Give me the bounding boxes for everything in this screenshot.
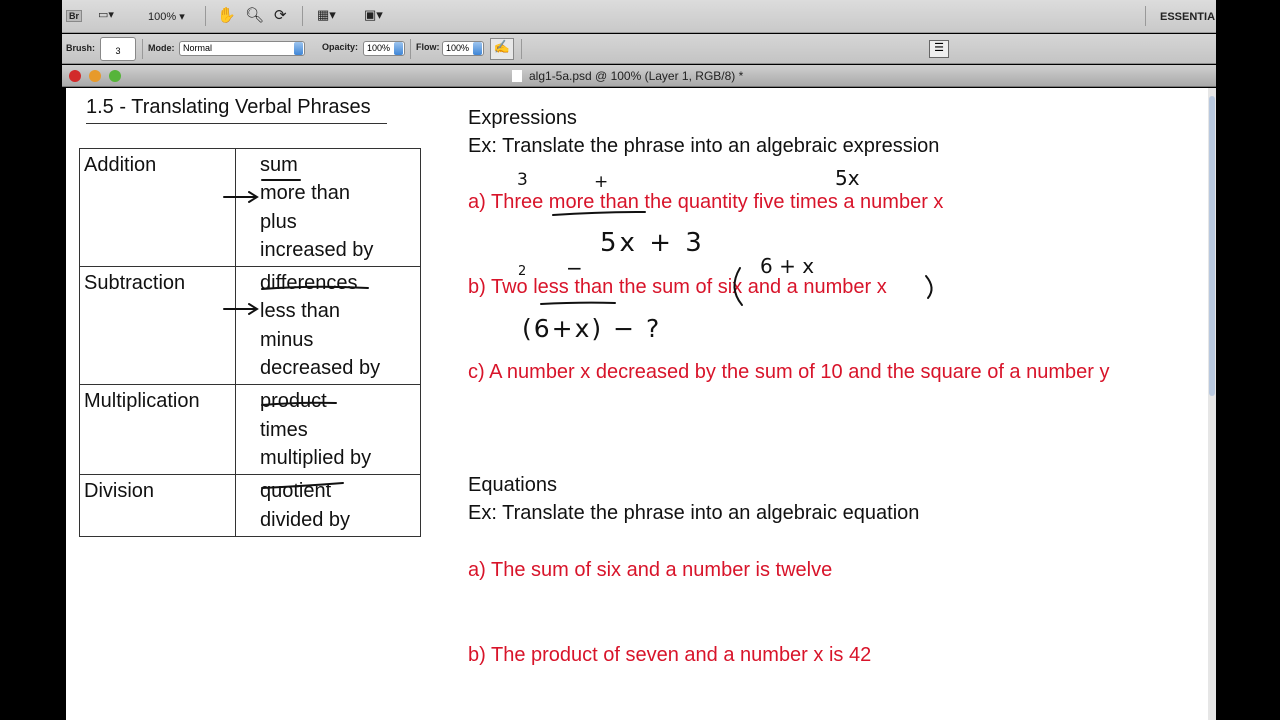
left-paren	[733, 267, 743, 306]
arrow-icon	[223, 303, 259, 315]
underline-more-than	[552, 211, 646, 216]
handwriting-strokes	[223, 179, 933, 489]
right-paren	[925, 275, 933, 299]
underline-differences	[261, 285, 369, 290]
underline-product	[261, 401, 337, 406]
underline-less-than	[540, 301, 616, 305]
underline-quotient	[261, 482, 344, 489]
arrow-icon	[223, 191, 259, 203]
